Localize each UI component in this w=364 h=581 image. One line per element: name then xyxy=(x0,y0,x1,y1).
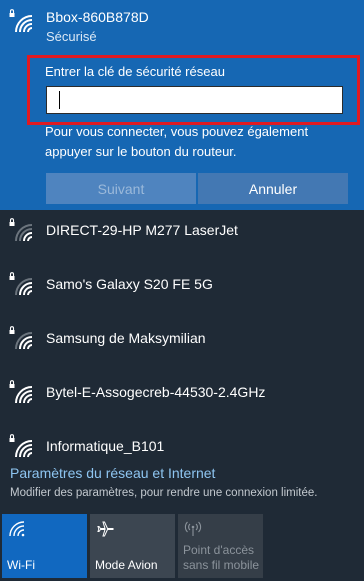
hotspot-icon xyxy=(184,520,202,538)
network-name: Bytel-E-Assogecreb-44530-2.4GHz xyxy=(46,384,266,400)
network-settings-description: Modifier des paramètres, pour rendre une… xyxy=(10,487,318,499)
router-button-hint: Pour vous connecter, vous pouvez égaleme… xyxy=(45,124,309,159)
selected-network-name: Bbox-860B878D xyxy=(46,9,149,25)
network-name: Samo's Galaxy S20 FE 5G xyxy=(46,276,213,292)
network-settings-link[interactable]: Paramètres du réseau et Internet xyxy=(10,465,215,481)
security-key-input[interactable] xyxy=(46,86,343,114)
selected-network-status: Sécurisé xyxy=(46,29,97,44)
wifi-toggle-tile[interactable]: Wi-Fi xyxy=(2,514,87,578)
security-key-label: Entrer la clé de sécurité réseau xyxy=(45,64,225,79)
wifi-secured-icon xyxy=(8,433,34,459)
wifi-secured-icon xyxy=(8,379,34,405)
network-item[interactable]: DIRECT-29-HP M277 LaserJet xyxy=(0,206,364,260)
wifi-secured-icon xyxy=(8,8,34,34)
airplane-mode-tile[interactable]: Mode Avion xyxy=(90,514,175,578)
wifi-icon xyxy=(8,520,26,538)
network-item[interactable]: Samsung de Maksymilian xyxy=(0,314,364,368)
network-item[interactable]: Bytel-E-Assogecreb-44530-2.4GHz xyxy=(0,368,364,422)
selected-network-panel[interactable]: Bbox-860B878D Sécurisé Entrer la clé de … xyxy=(0,0,364,210)
airplane-tile-label: Mode Avion xyxy=(95,558,158,572)
network-name: DIRECT-29-HP M277 LaserJet xyxy=(46,222,238,238)
wifi-secured-icon xyxy=(8,325,34,351)
text-caret xyxy=(59,91,60,109)
network-item[interactable]: Samo's Galaxy S20 FE 5G xyxy=(0,260,364,314)
network-item[interactable]: Informatique_B101 xyxy=(0,422,364,460)
wifi-tile-label: Wi-Fi xyxy=(7,558,35,572)
next-button[interactable]: Suivant xyxy=(46,173,196,204)
wifi-secured-icon xyxy=(8,217,34,243)
hotspot-tile-label: Point d'accès sans fil mobile xyxy=(183,543,260,572)
cancel-button[interactable]: Annuler xyxy=(198,173,348,204)
airplane-icon xyxy=(96,520,114,538)
network-name: Samsung de Maksymilian xyxy=(46,330,206,346)
network-name: Informatique_B101 xyxy=(46,438,165,454)
wifi-secured-icon xyxy=(8,271,34,297)
mobile-hotspot-tile[interactable]: Point d'accès sans fil mobile xyxy=(178,514,263,578)
network-flyout: Bbox-860B878D Sécurisé Entrer la clé de … xyxy=(0,0,364,581)
